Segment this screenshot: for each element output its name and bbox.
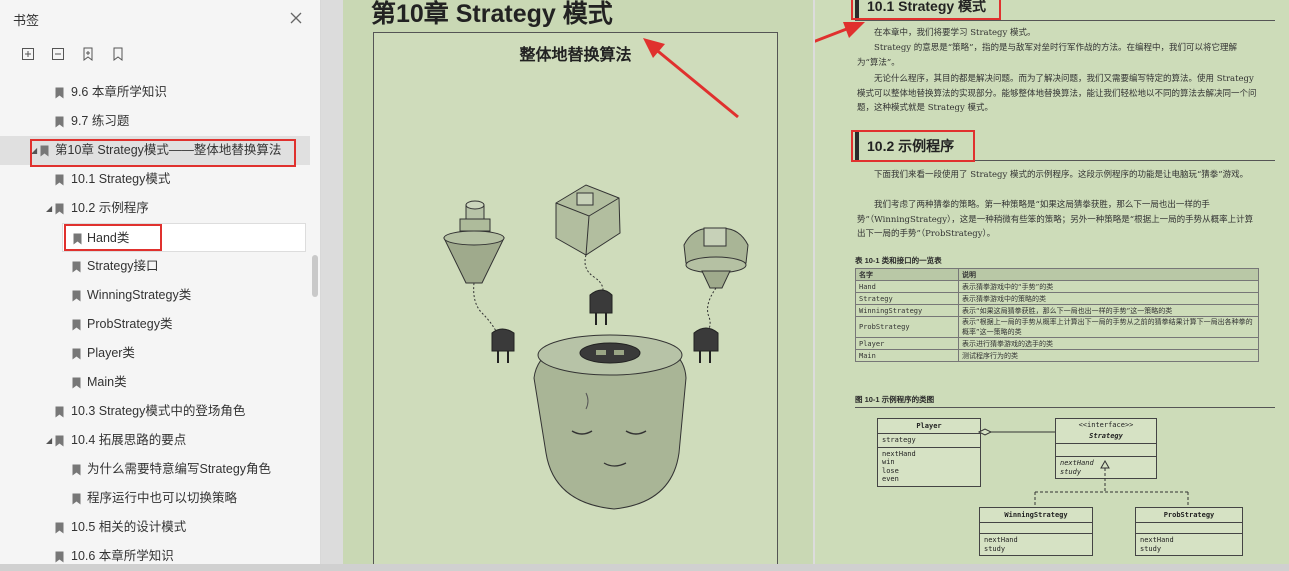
tree-item-label: Main类 [87,375,127,389]
bookmark-icon [55,522,64,534]
bookmark-icon [72,261,81,273]
tree-item[interactable]: 10.1 Strategy模式 [0,165,310,194]
collapse-all-icon[interactable] [50,46,66,62]
horizontal-scrollbar[interactable] [0,564,1289,571]
sidebar-scrollbar[interactable] [312,255,318,297]
bookmark-icon [72,348,81,360]
tree-item-label: WinningStrategy类 [87,288,192,302]
tree-item-label: 10.3 Strategy模式中的登场角色 [71,404,246,418]
bookmark-icon [72,493,81,505]
tree-item-label: 9.6 本章所学知识 [71,85,167,99]
tree-item-label: Player类 [87,346,135,360]
bookmark-icon [72,290,81,302]
tree-item-label: 10.5 相关的设计模式 [71,520,187,534]
tree-item-label: Hand类 [87,231,130,245]
tree-item-label: Strategy接口 [87,259,159,273]
tree-item[interactable]: 10.3 Strategy模式中的登场角色 [0,397,310,426]
close-icon[interactable] [288,10,304,26]
tree-item[interactable]: ◢ 10.2 示例程序 [0,194,310,223]
tree-item-label: 9.7 练习题 [71,114,130,128]
document-view: 第10章 Strategy 模式 整体地替换算法 10.1 Strategy 模… [321,0,1289,571]
arrow-annotation [643,38,739,119]
tree-item[interactable]: 程序运行中也可以切换策略 [0,484,310,513]
tree-item[interactable]: ◢ 10.4 拓展思路的要点 [0,426,310,455]
tree-item-selected[interactable]: Hand类 [62,223,306,252]
tree-item-label: 10.1 Strategy模式 [71,172,171,186]
tree-item-chapter-10[interactable]: ◢ 第10章 Strategy模式——整体地替换算法 [0,136,310,165]
bookmark-icon [72,377,81,389]
sidebar-title: 书签 [13,13,40,28]
bookmark-icon [55,406,64,418]
pdf-page-left: 第10章 Strategy 模式 整体地替换算法 [343,0,813,571]
expand-all-icon[interactable] [20,46,36,62]
tree-item-label: 第10章 Strategy模式——整体地替换算法 [55,143,282,157]
bookmark-sidebar: 书签 9.6 本章所学知识 9.7 练习题 ◢ 第10章 Strategy模式—… [0,0,321,571]
tree-item[interactable]: Strategy接口 [0,252,310,281]
bookmark-icon [40,145,49,157]
tree-item-label: 程序运行中也可以切换策略 [87,491,238,505]
bookmark-icon [55,174,64,186]
uml-connectors [977,428,1189,507]
tree-item-label: ProbStrategy类 [87,317,173,331]
tree-item[interactable]: Main类 [0,368,310,397]
bookmark-icon [55,435,64,447]
tree-item[interactable]: ProbStrategy类 [0,310,310,339]
bookmark-icon [73,233,82,245]
tree-item[interactable]: 10.5 相关的设计模式 [0,513,310,542]
tree-item[interactable]: 9.6 本章所学知识 [0,78,310,107]
tree-item[interactable]: 为什么需要特意编写Strategy角色 [0,455,310,484]
add-bookmark-icon[interactable] [80,46,96,62]
bookmark-icon [55,551,64,563]
tree-item-label: 10.4 拓展思路的要点 [71,433,187,447]
bookmark-icon[interactable] [110,46,126,62]
tree-item-label: 为什么需要特意编写Strategy角色 [87,462,272,476]
tree-item[interactable]: Player类 [0,339,310,368]
tree-item[interactable]: 9.7 练习题 [0,107,310,136]
bookmark-icon [55,116,64,128]
pdf-page-right: 10.1 Strategy 模式 在本章中，我们将要学习 Strategy 模式… [815,0,1289,571]
bookmark-icon [55,203,64,215]
tree-item[interactable]: WinningStrategy类 [0,281,310,310]
bookmark-tree: 9.6 本章所学知识 9.7 练习题 ◢ 第10章 Strategy模式——整体… [0,78,310,571]
bookmark-icon [72,319,81,331]
bookmark-icon [55,87,64,99]
bookmark-icon [72,464,81,476]
tree-item-label: 10.2 示例程序 [71,201,149,215]
